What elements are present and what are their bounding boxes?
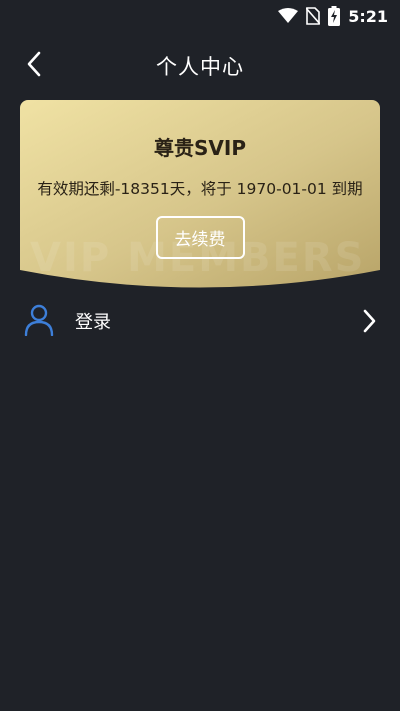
vip-card: VIP MEMBERS 尊贵SVIP 有效期还剩-18351天，将于 1970-… xyxy=(20,100,380,290)
no-sim-icon xyxy=(306,7,321,25)
chevron-left-icon xyxy=(26,51,42,81)
chevron-right-icon xyxy=(362,309,376,337)
page-title: 个人中心 xyxy=(156,55,244,79)
status-time: 5:21 xyxy=(348,6,388,26)
header: 个人中心 xyxy=(0,40,400,92)
login-row[interactable]: 登录 xyxy=(0,296,400,346)
login-label: 登录 xyxy=(75,312,111,333)
user-icon xyxy=(24,304,54,340)
renew-button[interactable]: 去续费 xyxy=(155,216,245,259)
battery-charging-icon xyxy=(328,6,341,26)
status-bar: 5:21 xyxy=(0,0,400,32)
back-button[interactable] xyxy=(16,50,52,82)
vip-expiry-text: 有效期还剩-18351天，将于 1970-01-01 到期 xyxy=(37,180,363,198)
wifi-icon xyxy=(278,8,299,24)
vip-title: 尊贵SVIP xyxy=(154,136,246,160)
